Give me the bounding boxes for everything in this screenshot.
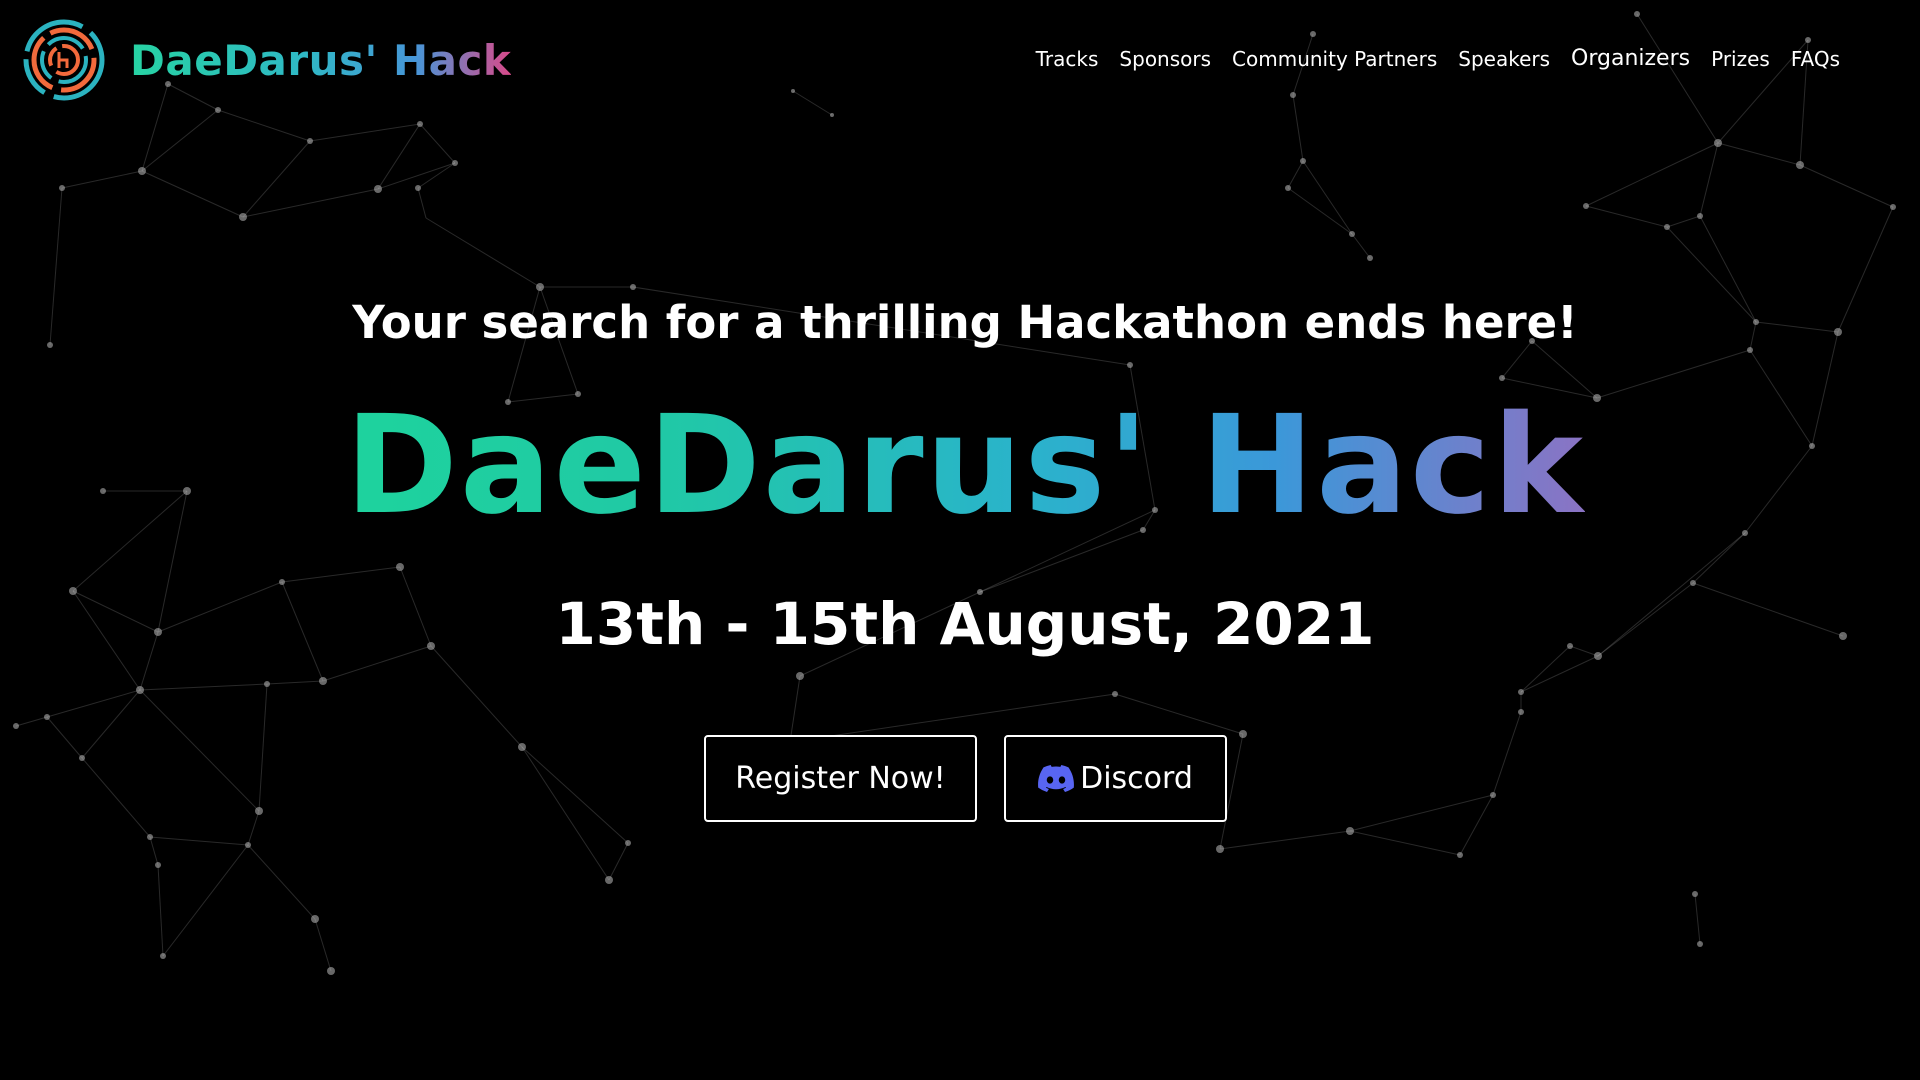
register-now-label: Register Now!: [735, 761, 946, 796]
hero-title-wrapper: DaeDarus' Hack: [0, 391, 1920, 542]
hero-tagline: Your search for a thrilling Hackathon en…: [352, 296, 1578, 349]
register-now-button[interactable]: Register Now!: [704, 735, 977, 822]
discord-icon: [1038, 764, 1075, 792]
discord-label: Discord: [1080, 761, 1193, 796]
landing-page: DaeDarus' Hack Tracks Sponsors Community…: [0, 0, 1920, 1080]
event-dates: 13th - 15th August, 2021: [555, 590, 1375, 658]
discord-button[interactable]: Discord: [1004, 735, 1227, 822]
hero-section: Your search for a thrilling Hackathon en…: [0, 0, 1920, 1080]
hero-title: DaeDarus' Hack: [344, 387, 1586, 545]
